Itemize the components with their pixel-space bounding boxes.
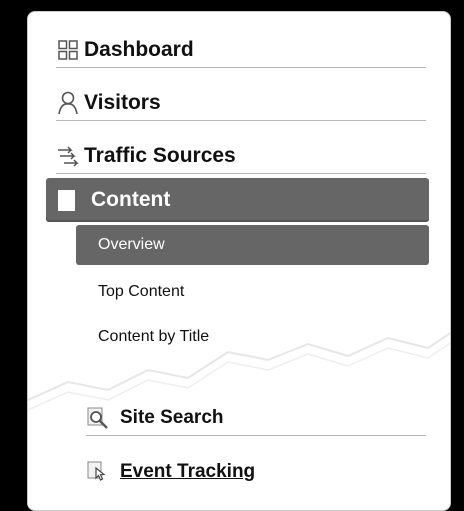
nav-traffic-sources[interactable]: Traffic Sources <box>56 138 426 174</box>
grid-icon <box>56 38 80 62</box>
nav-content-label: Content <box>91 188 171 211</box>
nav-dashboard-label: Dashboard <box>84 37 194 61</box>
nav-event-tracking-label: Event Tracking <box>120 461 256 482</box>
arrows-icon <box>56 144 80 168</box>
nav-event-tracking[interactable]: Event Tracking <box>86 454 426 490</box>
navigation-panel: Dashboard Visitors Traffic Sources Conte… <box>27 11 451 511</box>
nav-traffic-sources-label: Traffic Sources <box>84 143 236 167</box>
cursor-click-icon <box>86 460 110 484</box>
nav-site-search[interactable]: Site Search <box>86 400 426 436</box>
nav-dashboard[interactable]: Dashboard <box>56 32 426 68</box>
magnifier-icon <box>86 406 110 430</box>
subnav-content-by-title[interactable]: Content by Title <box>76 317 429 357</box>
nav-site-search-label: Site Search <box>120 406 224 428</box>
nav-visitors[interactable]: Visitors <box>56 85 426 121</box>
subnav-top-content[interactable]: Top Content <box>76 272 429 312</box>
person-icon <box>56 91 80 115</box>
page-icon <box>58 189 75 211</box>
subnav-overview[interactable]: Overview <box>76 225 429 265</box>
nav-content[interactable]: Content <box>46 178 429 222</box>
nav-visitors-label: Visitors <box>84 90 161 114</box>
